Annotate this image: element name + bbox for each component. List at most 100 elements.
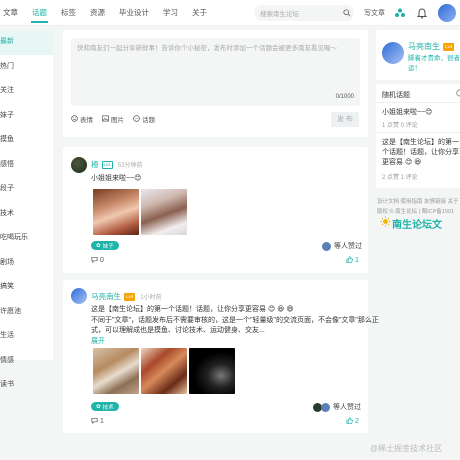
post-image[interactable] bbox=[141, 348, 187, 394]
author-name[interactable]: 马亮南生 bbox=[91, 291, 121, 302]
sidebar-item-wishes[interactable]: 许愿池 bbox=[0, 300, 53, 325]
topic-tag[interactable]: ✿ 技术 bbox=[91, 402, 119, 411]
topic-tag[interactable]: ✿ 妹子 bbox=[91, 241, 119, 250]
sidebar-item-theater[interactable]: 剧场 bbox=[0, 251, 53, 276]
post-image[interactable] bbox=[189, 348, 235, 394]
tag-icon: ✿ bbox=[96, 242, 101, 249]
random-topic-meta: 2 点赞 1 评论 bbox=[382, 175, 418, 181]
smile-icon bbox=[71, 114, 78, 124]
level-badge: Lv1 bbox=[101, 160, 113, 169]
post-image[interactable] bbox=[141, 189, 187, 235]
sidebar-item-girls[interactable]: 妹子 bbox=[0, 104, 53, 129]
publish-button[interactable]: 发 布 bbox=[331, 112, 359, 127]
post-line: 式，可以理解成也是摸鱼、讨论技术、运动健身、交友... bbox=[91, 327, 265, 334]
sidebar-item-latest[interactable]: 最新 bbox=[0, 30, 53, 55]
topic-tag-label: 技术 bbox=[102, 404, 114, 411]
likers-label: 等人赞过 bbox=[333, 404, 361, 411]
level-badge: Lv4 bbox=[124, 292, 136, 301]
author-avatar[interactable] bbox=[71, 157, 87, 173]
like-count: 2 bbox=[355, 418, 359, 425]
profile-avatar[interactable] bbox=[382, 42, 404, 64]
sidebar-item-tech[interactable]: 技术 bbox=[0, 202, 53, 227]
composer-textarea[interactable]: 快和南友们一起分享新鲜事！告诉你个小秘密，发布时添加一个话题会被更多南友看见喔～… bbox=[71, 38, 360, 106]
comment-button[interactable]: 0 bbox=[91, 256, 104, 265]
nav-learn[interactable]: 学习 bbox=[156, 0, 185, 26]
nav-topics[interactable]: 话题 bbox=[25, 0, 54, 26]
sidebar-item-jokes[interactable]: 段子 bbox=[0, 177, 53, 202]
random-topic-meta: 1 点赞 0 评论 bbox=[382, 123, 418, 129]
sidebar-item-follow[interactable]: 关注 bbox=[0, 79, 53, 104]
composer-placeholder: 快和南友们一起分享新鲜事！告诉你个小秘密，发布时添加一个话题会被更多南友看见喔～ bbox=[77, 45, 337, 52]
refresh-icon[interactable] bbox=[456, 89, 460, 99]
comment-count: 0 bbox=[100, 257, 104, 264]
sidebar-item-reading[interactable]: 读书 bbox=[0, 373, 53, 398]
author-avatar[interactable] bbox=[71, 288, 87, 304]
sidebar: 最新 热门 关注 妹子 摸鱼 感悟 段子 技术 吃喝玩乐 剧场 搞笑 许愿池 生… bbox=[0, 30, 53, 388]
likers[interactable]: 等人赞过 bbox=[313, 402, 361, 412]
sidebar-item-thoughts[interactable]: 感悟 bbox=[0, 153, 53, 178]
post-image[interactable] bbox=[93, 348, 139, 394]
brand-banner: 南生论坛文 bbox=[392, 220, 442, 231]
author-info: 楂 Lv1 53分钟前 bbox=[91, 159, 142, 170]
sidebar-item-slacking[interactable]: 摸鱼 bbox=[0, 128, 53, 153]
random-topic-item[interactable]: 这是【南生论坛】的第一个话题！话题，让你分享更容易 😊 😆 bbox=[382, 138, 460, 168]
bell-icon[interactable] bbox=[416, 7, 428, 19]
dots-icon[interactable] bbox=[394, 7, 406, 19]
divider bbox=[376, 102, 460, 103]
watermark: @稀土掘金技术社区 bbox=[370, 444, 443, 453]
divider bbox=[376, 132, 460, 133]
like-button[interactable]: 1 bbox=[346, 256, 359, 265]
image-tool[interactable]: 图片 bbox=[102, 114, 124, 124]
top-nav: 文章 话题 标签 资源 毕业设计 学习 关于 bbox=[0, 0, 460, 26]
sidebar-item-funny[interactable]: 搞笑 bbox=[0, 275, 53, 300]
likers[interactable]: 等人赞过 bbox=[322, 241, 362, 251]
search-input[interactable]: 搜索南生论坛 bbox=[254, 5, 354, 21]
level-badge: Lv4 bbox=[443, 42, 455, 51]
like-button[interactable]: 2 bbox=[346, 417, 359, 426]
thumbs-up-icon bbox=[346, 256, 353, 265]
comment-button[interactable]: 1 bbox=[91, 417, 104, 426]
nav-graduation[interactable]: 毕业设计 bbox=[112, 0, 156, 26]
author-info: 马亮南生 Lv4 1小时前 bbox=[91, 291, 162, 302]
search-icon[interactable] bbox=[340, 6, 354, 20]
chat-icon bbox=[133, 114, 140, 124]
write-article-link[interactable]: 写文章 bbox=[364, 8, 385, 18]
nav-about[interactable]: 关于 bbox=[185, 0, 214, 26]
image-tool-label: 图片 bbox=[111, 117, 124, 124]
sidebar-item-hot[interactable]: 热门 bbox=[0, 55, 53, 80]
post-time: 1小时前 bbox=[140, 295, 162, 301]
composer-card: 快和南友们一起分享新鲜事！告诉你个小秘密，发布时添加一个话题会被更多南友看见喔～… bbox=[63, 30, 368, 137]
emoji-tool[interactable]: 表情 bbox=[71, 114, 93, 124]
comment-icon bbox=[91, 256, 98, 265]
nav-articles[interactable]: 文章 bbox=[0, 0, 25, 26]
profile-name[interactable]: 马亮南生 bbox=[408, 41, 440, 52]
post-card: 马亮南生 Lv4 1小时前 这是【南生论坛】的第一个话题！话题，让你分享更容易 … bbox=[63, 280, 379, 433]
expand-link[interactable]: 展开 bbox=[91, 337, 363, 348]
post-line: 不同于"文章"，话题发布后不需要审核的，这是一个"轻量级"的交流页面，不会像"文… bbox=[91, 316, 379, 324]
topic-tool[interactable]: 话题 bbox=[133, 114, 155, 124]
random-topics-title: 随机话题 bbox=[382, 92, 410, 99]
post-image[interactable] bbox=[93, 189, 139, 235]
user-avatar[interactable] bbox=[438, 4, 456, 22]
post-text: 这是【南生论坛】的第一个话题！话题，让你分享更容易 😊 😆 😄 不同于"文章"，… bbox=[91, 305, 379, 348]
liker-avatar bbox=[321, 402, 330, 412]
comment-count: 1 bbox=[100, 418, 104, 425]
tag-icon: ✿ bbox=[96, 403, 101, 410]
nav-tags[interactable]: 标签 bbox=[54, 0, 83, 26]
image-icon bbox=[102, 115, 109, 124]
author-name[interactable]: 楂 bbox=[91, 159, 99, 170]
sidebar-item-life[interactable]: 生活 bbox=[0, 324, 53, 349]
char-count: 0/1000 bbox=[335, 94, 354, 100]
like-count: 1 bbox=[355, 257, 359, 264]
random-topic-item[interactable]: 小姐姐来啦~~😊 bbox=[382, 108, 460, 118]
post-time: 53分钟前 bbox=[117, 163, 143, 169]
sidebar-item-emotion[interactable]: 情感 bbox=[0, 349, 53, 374]
topic-tool-label: 话题 bbox=[142, 117, 155, 124]
liker-avatar bbox=[322, 241, 331, 251]
sidebar-item-fun[interactable]: 吃喝玩乐 bbox=[0, 226, 53, 251]
footer-links[interactable]: 设计文档 使用指南 友情链接 关于 bbox=[377, 197, 459, 205]
nav-resources[interactable]: 资源 bbox=[83, 0, 112, 26]
comment-icon bbox=[91, 417, 98, 426]
footer-copyright: 版权 © 南生论坛 | 蜀ICP备1901 bbox=[377, 209, 454, 215]
likers-label: 等人赞过 bbox=[334, 243, 362, 250]
